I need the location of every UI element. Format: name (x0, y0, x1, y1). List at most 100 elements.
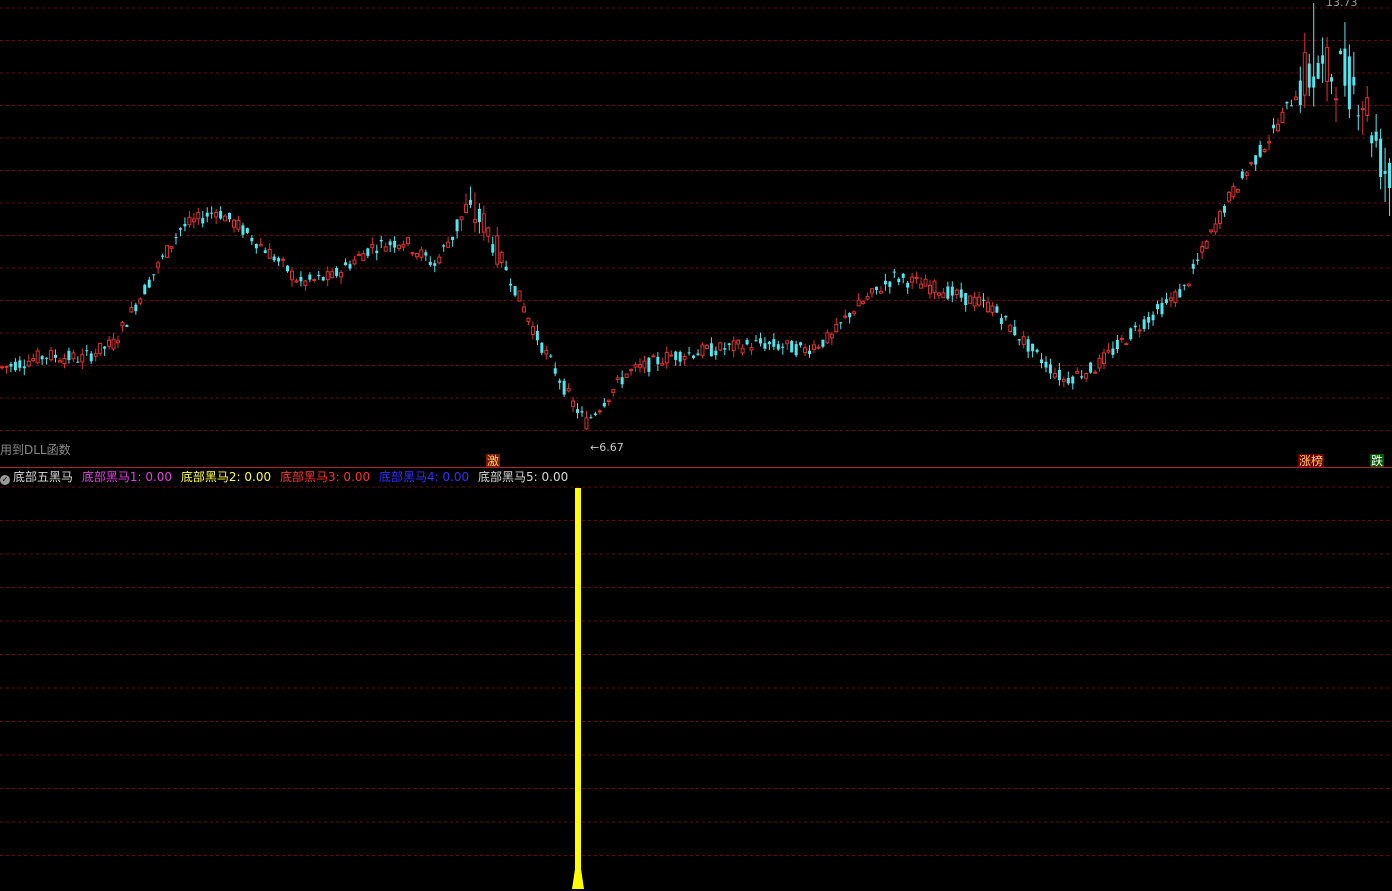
candle-body (1231, 185, 1236, 198)
candle-body (205, 212, 209, 217)
signal-tag-zhangbang[interactable]: 涨榜 (1298, 454, 1325, 468)
candlestick-chart[interactable] (0, 0, 1392, 468)
candle-body (1119, 337, 1124, 340)
candle-body (424, 252, 428, 256)
candle-body (776, 344, 780, 350)
candle-body (1249, 162, 1254, 165)
candle-body (464, 204, 468, 214)
candle-body (241, 225, 245, 235)
candle-body (723, 348, 727, 350)
candle-body (856, 299, 861, 307)
signal-bar (575, 488, 581, 888)
indicator-panel[interactable] (0, 469, 1392, 891)
candle-body (593, 413, 597, 416)
candle-body (923, 278, 928, 287)
candle-body (580, 411, 584, 413)
candle-body (0, 366, 4, 369)
candle-body (678, 351, 682, 362)
candle-body (433, 263, 437, 266)
candle-body (40, 356, 44, 360)
candle-body (1156, 304, 1160, 310)
candle-body (1115, 340, 1119, 350)
candle-body (1008, 324, 1013, 333)
candle-body (1040, 359, 1044, 364)
candle-body (1057, 369, 1061, 381)
signal-tag-die[interactable]: 跌 (1370, 454, 1385, 468)
price-chart-panel[interactable]: 用到DLL函数 ←6.67 13.73 激 涨榜 跌 (0, 0, 1392, 468)
candle-body (1035, 349, 1039, 352)
candle-body (250, 237, 254, 242)
candle-body (1061, 378, 1066, 382)
candle-body (1334, 98, 1338, 101)
candle-body (986, 301, 990, 313)
candle-body (258, 243, 263, 247)
candle-body (540, 342, 544, 353)
candle-body (897, 278, 901, 283)
candle-body (267, 248, 272, 259)
candle-body (356, 253, 361, 257)
candle-body (553, 368, 557, 374)
candle-body (1106, 349, 1111, 353)
period-low-label: ←6.67 (590, 441, 624, 454)
candle-body (901, 273, 905, 278)
candle-body (98, 342, 103, 354)
candle-body (459, 216, 464, 221)
candle-body (995, 306, 999, 313)
candle-body (335, 267, 339, 276)
candle-body (504, 266, 508, 271)
period-high-label: 13.73 (1326, 0, 1358, 9)
candle-body (85, 350, 89, 352)
candle-body (1272, 124, 1276, 129)
candle-body (669, 354, 674, 357)
candle-body (89, 353, 93, 362)
candle-body (138, 298, 143, 304)
candle-body (932, 280, 937, 293)
candle-body (620, 377, 624, 385)
candle-body (1383, 170, 1387, 174)
candle-body (1102, 352, 1106, 365)
candle-body (477, 208, 481, 223)
candle-body (156, 262, 161, 268)
candle-body (571, 400, 576, 407)
candle-body (388, 241, 392, 246)
candle-body (785, 340, 790, 345)
candle-body (861, 301, 866, 305)
candle-body (67, 350, 71, 361)
candle-body (1196, 259, 1200, 261)
candle-body (62, 357, 67, 365)
candle-body (999, 318, 1003, 324)
candle-body (781, 346, 785, 348)
signal-tag-ji[interactable]: 激 (486, 454, 501, 468)
candle-body (1374, 131, 1378, 141)
candle-body (401, 243, 406, 248)
candle-body (187, 216, 192, 226)
candle-body (664, 351, 669, 364)
candle-body (936, 292, 941, 296)
candle-body (1226, 191, 1231, 202)
candle-body (954, 289, 959, 296)
candle-body (339, 271, 344, 278)
candle-body (1293, 96, 1298, 101)
indicator-chart[interactable] (0, 469, 1392, 891)
candle-body (731, 340, 736, 351)
candle-body (49, 349, 54, 361)
candle-body (214, 211, 219, 218)
candle-body (263, 250, 267, 254)
candle-body (54, 354, 58, 358)
candle-body (1075, 371, 1080, 374)
panel-divider[interactable] (0, 467, 1392, 468)
candle-body (1209, 229, 1214, 233)
candle-body (1080, 376, 1084, 378)
candle-body (13, 361, 17, 371)
candle-body (964, 293, 968, 305)
candle-body (1285, 101, 1289, 104)
candle-body (1213, 223, 1218, 233)
candle-body (1218, 211, 1222, 224)
candle-body (317, 274, 321, 277)
candle-body (1160, 302, 1164, 315)
candle-body (941, 292, 946, 299)
candle-body (174, 237, 178, 239)
candle-body (1316, 63, 1320, 79)
candle-body (277, 258, 281, 262)
candle-body (414, 253, 419, 258)
